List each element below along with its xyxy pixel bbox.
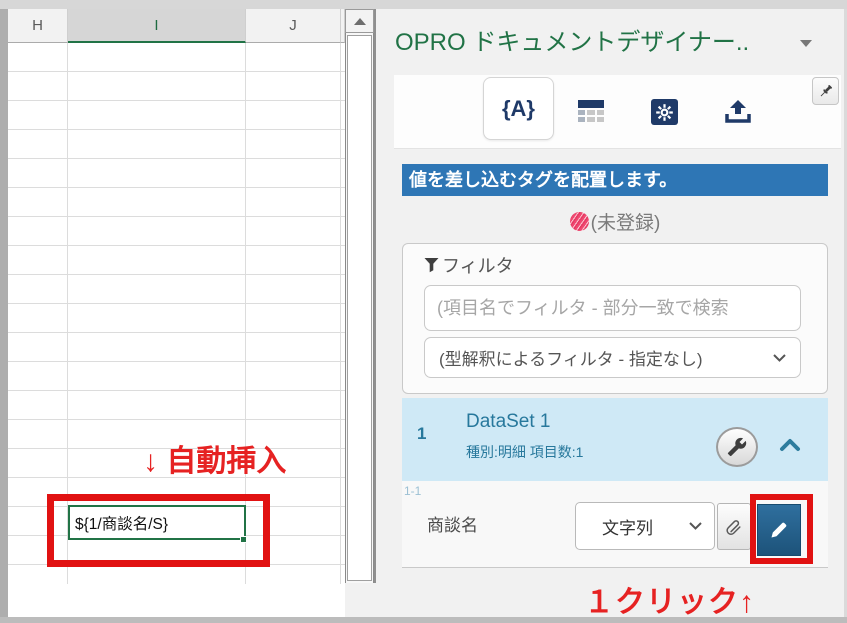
triangle-up-icon: [354, 18, 366, 25]
chevron-down-icon: [773, 354, 786, 362]
field-index: 1-1: [404, 484, 421, 498]
field-name: 商談名: [427, 511, 478, 536]
grid-line: [340, 43, 341, 584]
tab-settings[interactable]: [651, 99, 678, 125]
window-top-edge: [0, 0, 847, 9]
red-highlight-box-cell: [47, 494, 270, 567]
type-filter-select[interactable]: (型解釈によるフィルタ - 指定なし): [424, 337, 801, 378]
upload-icon: [724, 99, 752, 124]
paperclip-icon: [724, 515, 744, 539]
filter-label: フィルタ: [424, 253, 514, 277]
gear-icon: [655, 103, 674, 122]
pane-splitter[interactable]: [374, 9, 376, 583]
table-icon: [578, 100, 604, 108]
column-header-j[interactable]: J: [246, 9, 341, 43]
app-window: H I J ↓ 自動挿入 ${1/商談名/S} １クリック↑ OPRO ドキュメ…: [0, 0, 847, 623]
tag-braces-icon: {A}: [502, 96, 535, 122]
dataset-index: 1: [417, 424, 426, 444]
dataset-name: DataSet 1: [466, 411, 551, 433]
red-highlight-box-pencil: [750, 494, 813, 564]
dataset-collapse-button[interactable]: [779, 437, 801, 457]
attach-field-button[interactable]: [717, 503, 751, 550]
instruction-banner: 値を差し込むタグを配置します。: [402, 164, 828, 196]
chevron-down-icon: [689, 522, 702, 530]
one-click-annotation: １クリック↑: [584, 577, 755, 621]
scrollbar-thumb[interactable]: [347, 35, 372, 581]
scrollbar-up-button[interactable]: [345, 9, 374, 33]
auto-insert-annotation: ↓ 自動挿入: [143, 436, 286, 480]
field-type-select[interactable]: 文字列: [575, 502, 715, 550]
filter-funnel-icon: [424, 257, 439, 273]
pushpin-icon: [817, 82, 835, 100]
chevron-up-icon: [779, 437, 801, 452]
wrench-icon: [727, 437, 747, 457]
taskpane-toolbar: [394, 75, 841, 149]
column-header-h[interactable]: H: [8, 9, 68, 43]
sheet-left-edge: [0, 9, 8, 617]
tab-insert-tag[interactable]: {A}: [483, 77, 554, 140]
status-unregistered: (未登録): [402, 207, 828, 235]
dataset-meta: 種別:明細 項目数:1: [466, 442, 583, 462]
unregistered-hatched-circle-icon: [570, 212, 589, 231]
column-header-i-selected[interactable]: I: [68, 9, 246, 43]
pin-pane-button[interactable]: [812, 77, 839, 105]
unregistered-label: (未登録): [591, 208, 661, 235]
tab-upload[interactable]: [724, 99, 752, 124]
tab-table[interactable]: [578, 100, 604, 123]
taskpane-menu-caret-icon[interactable]: [800, 40, 812, 47]
filter-search-input[interactable]: [424, 285, 801, 331]
dataset-settings-button[interactable]: [716, 427, 758, 467]
taskpane-title: OPRO ドキュメントデザイナー..: [395, 22, 790, 56]
